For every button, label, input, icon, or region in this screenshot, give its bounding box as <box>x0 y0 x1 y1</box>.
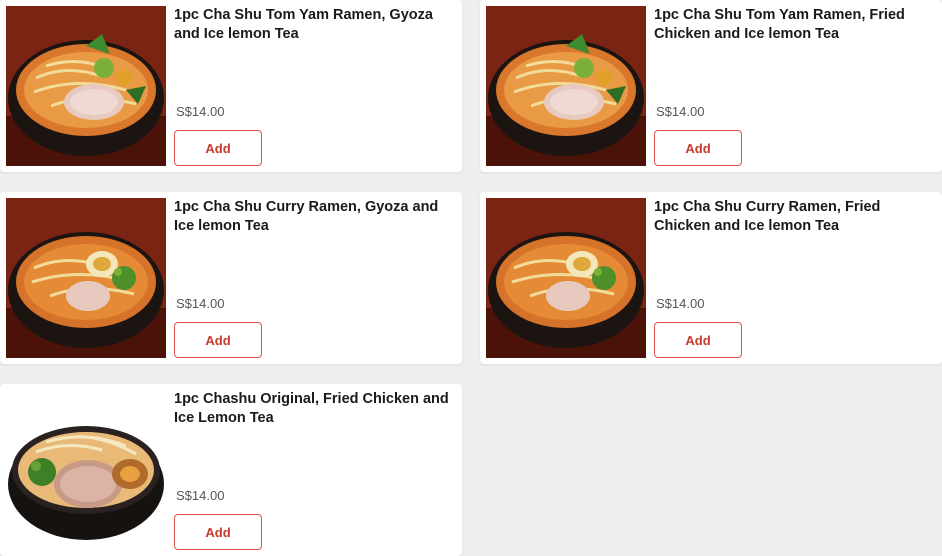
menu-item-card[interactable]: 1pc Chashu Original, Fried Chicken and I… <box>0 384 462 556</box>
menu-item-name: 1pc Chashu Original, Fried Chicken and I… <box>174 391 449 426</box>
menu-item-price: S$14.00 <box>176 104 225 119</box>
original-ramen-photo <box>6 390 166 550</box>
tom-yam-ramen-photo <box>486 6 646 166</box>
add-button[interactable]: Add <box>174 130 262 166</box>
add-button[interactable]: Add <box>174 514 262 550</box>
add-button[interactable]: Add <box>654 322 742 358</box>
menu-item-card[interactable]: 1pc Cha Shu Curry Ramen, Fried Chicken a… <box>480 192 942 364</box>
menu-item-price: S$14.00 <box>176 296 225 311</box>
menu-item-name: 1pc Cha Shu Tom Yam Ramen, Fried Chicken… <box>654 7 905 42</box>
menu-item-name: 1pc Cha Shu Curry Ramen, Fried Chicken a… <box>654 199 881 234</box>
menu-item-card[interactable]: 1pc Cha Shu Tom Yam Ramen, Gyoza and Ice… <box>0 0 462 172</box>
add-button[interactable]: Add <box>654 130 742 166</box>
menu-item-name: 1pc Cha Shu Curry Ramen, Gyoza and Ice l… <box>174 199 439 234</box>
menu-item-card[interactable]: 1pc Cha Shu Tom Yam Ramen, Fried Chicken… <box>480 0 942 172</box>
menu-item-price: S$14.00 <box>656 296 705 311</box>
add-button[interactable]: Add <box>174 322 262 358</box>
menu-item-name: 1pc Cha Shu Tom Yam Ramen, Gyoza and Ice… <box>174 7 433 42</box>
tom-yam-ramen-photo <box>6 6 166 166</box>
curry-ramen-photo <box>486 198 646 358</box>
menu-item-price: S$14.00 <box>656 104 705 119</box>
menu-item-price: S$14.00 <box>176 488 225 503</box>
menu-item-card[interactable]: 1pc Cha Shu Curry Ramen, Gyoza and Ice l… <box>0 192 462 364</box>
curry-ramen-photo <box>6 198 166 358</box>
